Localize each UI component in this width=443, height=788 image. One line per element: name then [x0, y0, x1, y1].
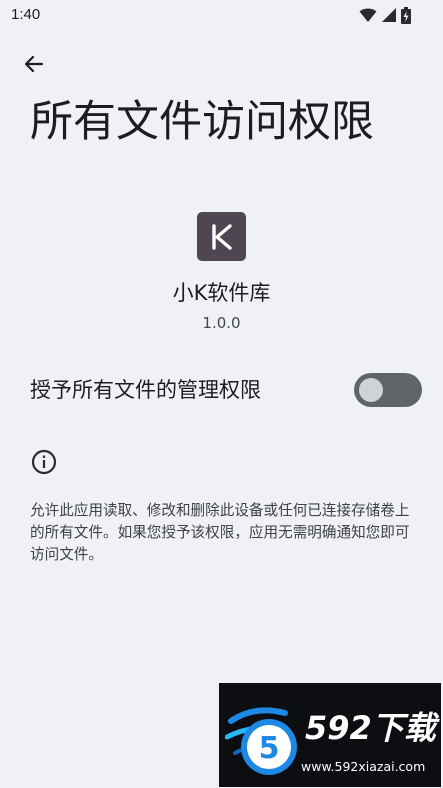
arrow-back-icon	[24, 55, 44, 73]
watermark-logo-icon: 5	[225, 707, 297, 775]
all-files-permission-row[interactable]: 授予所有文件的管理权限	[0, 360, 443, 422]
wifi-icon	[359, 8, 377, 22]
watermark-url: www.592xiazai.com	[301, 759, 426, 774]
watermark-brand: 592下载	[305, 709, 436, 747]
cellular-signal-icon	[382, 8, 396, 22]
info-icon	[31, 449, 57, 475]
status-icons	[359, 6, 411, 24]
battery-charging-icon	[401, 6, 411, 24]
app-version: 1.0.0	[202, 314, 241, 332]
app-icon	[197, 212, 246, 261]
permission-description: 允许此应用读取、修改和删除此设备或任何已连接存储卷上的所有文件。如果您授予该权限…	[30, 502, 410, 563]
app-name: 小K软件库	[172, 281, 271, 305]
permission-toggle[interactable]	[354, 373, 422, 407]
app-logo-k-icon	[211, 223, 232, 250]
status-time: 1:40	[11, 6, 41, 23]
permission-label: 授予所有文件的管理权限	[30, 378, 261, 402]
page-title: 所有文件访问权限	[30, 97, 374, 147]
watermark: 5 592下载 www.592xiazai.com	[219, 683, 441, 787]
svg-text:5: 5	[259, 731, 280, 766]
toggle-knob	[359, 378, 383, 402]
status-bar: 1:40	[0, 0, 443, 30]
back-button[interactable]	[14, 44, 54, 84]
